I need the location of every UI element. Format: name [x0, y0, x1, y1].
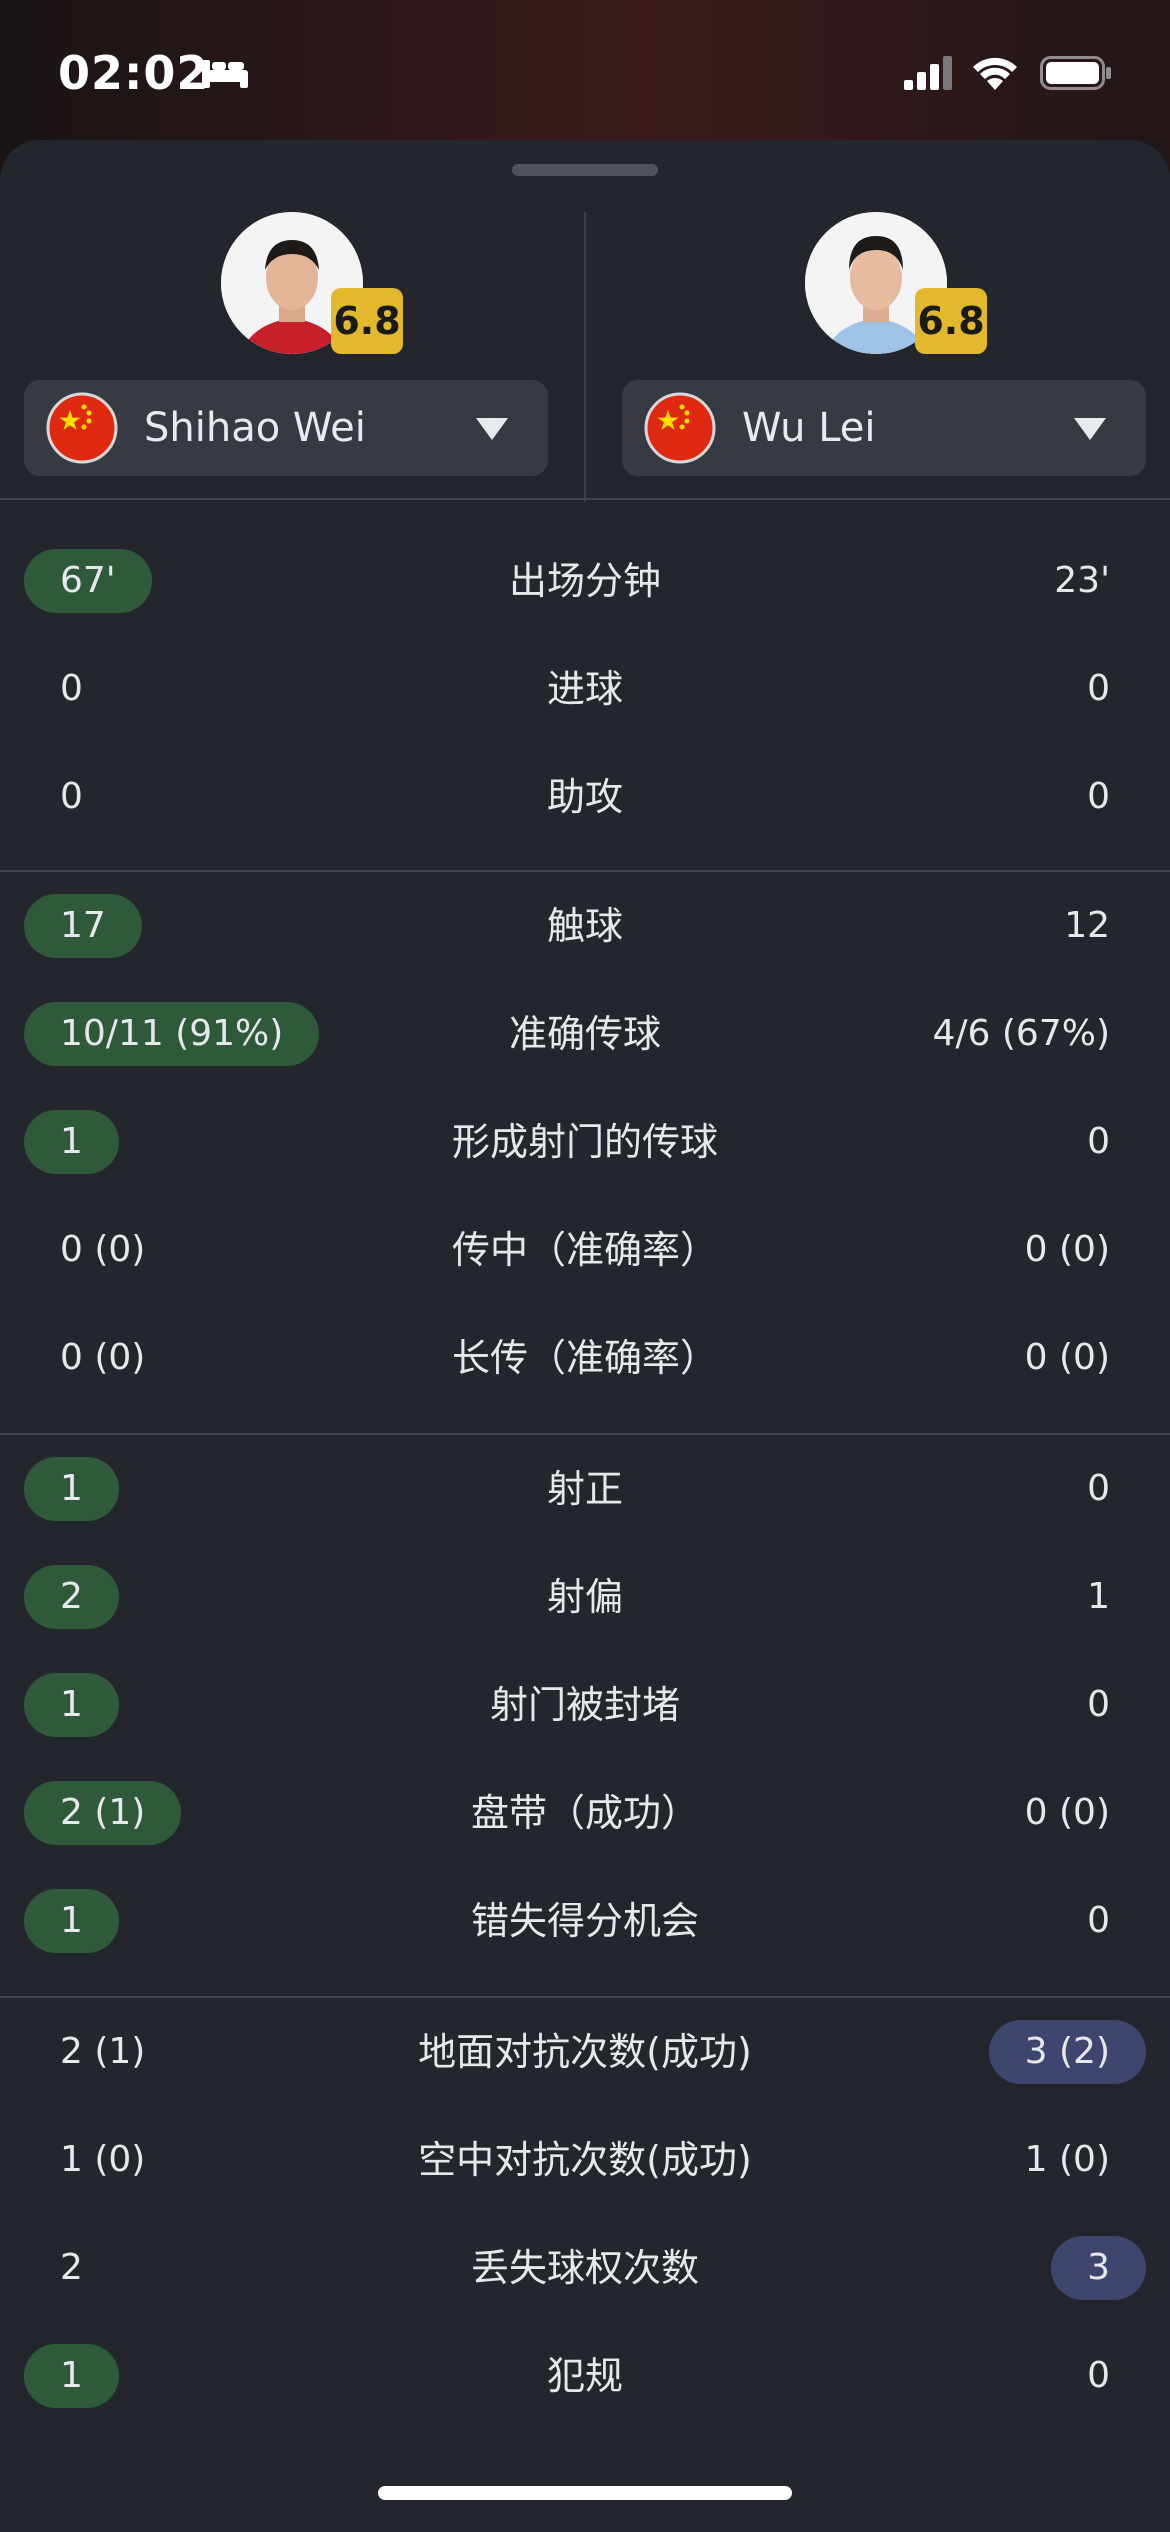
china-flag-icon [46, 392, 118, 468]
right-value: 3 (2) [988, 2020, 1146, 2084]
battery-icon [1040, 56, 1112, 94]
right-value: 0 (0) [1024, 1229, 1110, 1270]
chevron-down-icon [476, 418, 508, 444]
player-name: Wu Lei [742, 405, 876, 451]
player-divider [584, 212, 586, 502]
rating-badge: 6.8 [915, 288, 987, 354]
rating-badge: 6.8 [331, 288, 403, 354]
right-value: 12 [1064, 905, 1110, 946]
stat-label: 犯规 [546, 2354, 623, 2398]
sheet-grabber[interactable] [512, 164, 658, 176]
stat-row: 1 形成射门的传球 0 [0, 1088, 1170, 1196]
signal-icon [904, 56, 956, 94]
right-value: 1 (0) [1024, 2139, 1110, 2180]
stat-label: 助攻 [546, 775, 623, 819]
stat-label: 进球 [546, 667, 623, 711]
chevron-down-icon [1074, 418, 1106, 444]
stat-row: 0 (0) 传中（准确率） 0 (0) [0, 1196, 1170, 1304]
right-value: 0 [1087, 668, 1110, 709]
status-time: 02:02 [58, 46, 210, 100]
stat-label: 射正 [546, 1467, 623, 1511]
stat-label: 出场分钟 [508, 559, 661, 603]
right-value: 0 [1087, 776, 1110, 817]
status-bar: 02:02 [0, 0, 1170, 140]
right-value: 0 [1087, 1121, 1110, 1162]
bed-icon [200, 56, 250, 94]
stat-row: 67' 出场分钟 23' [0, 527, 1170, 635]
stat-row: 2 (1) 地面对抗次数(成功) 3 (2) [0, 1998, 1170, 2106]
right-value: 0 [1087, 2355, 1110, 2396]
player-selector[interactable]: Shihao Wei [24, 380, 548, 476]
stat-row: 0 进球 0 [0, 635, 1170, 743]
right-value: 23' [1054, 560, 1110, 601]
stat-row: 1 射门被封堵 0 [0, 1651, 1170, 1759]
wifi-icon [970, 52, 1020, 96]
section-divider [0, 498, 1170, 500]
right-value: 0 [1087, 1900, 1110, 1941]
stat-row: 0 助攻 0 [0, 743, 1170, 851]
stat-row: 1 (0) 空中对抗次数(成功) 1 (0) [0, 2106, 1170, 2214]
stat-row: 1 射正 0 [0, 1435, 1170, 1543]
stat-row: 1 错失得分机会 0 [0, 1867, 1170, 1975]
player-selector[interactable]: Wu Lei [622, 380, 1146, 476]
stat-row: 2 丢失球权次数 3 [0, 2214, 1170, 2322]
stat-row: 0 (0) 长传（准确率） 0 (0) [0, 1304, 1170, 1412]
stat-row: 10/11 (91%) 准确传球 4/6 (67%) [0, 980, 1170, 1088]
right-value: 3 [1051, 2236, 1146, 2300]
right-value: 0 (0) [1024, 1792, 1110, 1833]
home-indicator[interactable] [378, 2486, 792, 2500]
right-value: 0 (0) [1024, 1337, 1110, 1378]
right-value: 4/6 (67%) [932, 1013, 1111, 1054]
stat-label: 错失得分机会 [470, 1899, 699, 1943]
right-value: 0 [1087, 1684, 1110, 1725]
right-value: 1 [1087, 1576, 1110, 1617]
stat-label: 射偏 [546, 1575, 623, 1619]
player-right: 6.8 Wu Lei [622, 212, 1162, 502]
stat-label: 丢失球权次数 [470, 2246, 699, 2290]
stat-label: 形成射门的传球 [451, 1120, 718, 1164]
stat-label: 射门被封堵 [489, 1683, 680, 1727]
stat-label: 触球 [546, 904, 623, 948]
player-left: 6.8 Shihao Wei [24, 212, 564, 502]
china-flag-icon [644, 392, 716, 468]
stat-row: 17 触球 12 [0, 872, 1170, 980]
stat-row: 1 犯规 0 [0, 2322, 1170, 2430]
player-name: Shihao Wei [144, 405, 366, 451]
stat-row: 2 (1) 盘带（成功） 0 (0) [0, 1759, 1170, 1867]
stat-row: 2 射偏 1 [0, 1543, 1170, 1651]
right-value: 0 [1087, 1468, 1110, 1509]
